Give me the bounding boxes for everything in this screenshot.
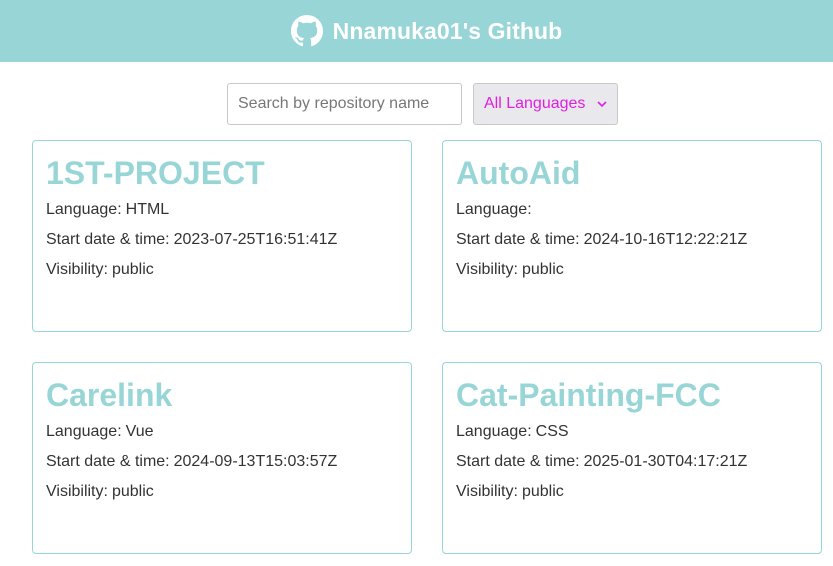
language-label: Language: <box>456 423 532 440</box>
visibility-value: public <box>521 261 564 278</box>
repo-visibility: Visibility: public <box>456 255 808 285</box>
start-label: Start date & time: <box>46 453 170 470</box>
language-select[interactable]: All Languages <box>473 83 618 125</box>
repo-visibility: Visibility: public <box>46 477 398 507</box>
repo-language: Language: CSS <box>456 417 808 447</box>
repo-name[interactable]: Carelink <box>46 377 398 413</box>
search-input[interactable] <box>227 83 462 125</box>
chevron-down-icon <box>597 100 607 108</box>
repo-card: Carelink Language: Vue Start date & time:… <box>32 362 412 554</box>
repo-language: Language: <box>456 195 808 225</box>
visibility-label: Visibility: <box>456 483 518 500</box>
filter-bar: All Languages <box>227 83 618 125</box>
header-brand: Nnamuka01's Github <box>290 15 563 47</box>
visibility-value: public <box>111 483 154 500</box>
repo-visibility: Visibility: public <box>456 477 808 507</box>
repo-name[interactable]: AutoAid <box>456 155 808 191</box>
repo-card: AutoAid Language: Start date & time: 2024… <box>442 140 822 332</box>
page-header: Nnamuka01's Github <box>0 0 833 62</box>
repo-card: Cat-Painting-FCC Language: CSS Start date… <box>442 362 822 554</box>
page-title: Nnamuka01's Github <box>332 17 563 44</box>
start-label: Start date & time: <box>456 453 580 470</box>
repo-name[interactable]: Cat-Painting-FCC <box>456 377 808 413</box>
repo-visibility: Visibility: public <box>46 255 398 285</box>
github-icon <box>290 15 323 47</box>
repo-card: 1ST-PROJECT Language: HTML Start date & t… <box>32 140 412 332</box>
language-select-value: All Languages <box>484 95 586 112</box>
start-label: Start date & time: <box>456 231 580 248</box>
visibility-value: public <box>521 483 564 500</box>
repo-language: Language: HTML <box>46 195 398 225</box>
repo-start: Start date & time: 2024-09-13T15:03:57Z <box>46 447 398 477</box>
visibility-value: public <box>111 261 154 278</box>
repo-name[interactable]: 1ST-PROJECT <box>46 155 398 191</box>
repo-start: Start date & time: 2023-07-25T16:51:41Z <box>46 225 398 255</box>
repo-language: Language: Vue <box>46 417 398 447</box>
language-value: CSS <box>535 423 569 440</box>
start-value: 2024-10-16T12:22:21Z <box>583 231 748 248</box>
repo-start: Start date & time: 2024-10-16T12:22:21Z <box>456 225 808 255</box>
repo-start: Start date & time: 2025-01-30T04:17:21Z <box>456 447 808 477</box>
visibility-label: Visibility: <box>46 261 108 278</box>
visibility-label: Visibility: <box>46 483 108 500</box>
language-value: HTML <box>125 201 170 218</box>
language-value: Vue <box>125 423 154 440</box>
start-label: Start date & time: <box>46 231 170 248</box>
start-value: 2025-01-30T04:17:21Z <box>583 453 748 470</box>
start-value: 2024-09-13T15:03:57Z <box>173 453 338 470</box>
language-label: Language: <box>46 201 122 218</box>
language-label: Language: <box>456 201 532 218</box>
start-value: 2023-07-25T16:51:41Z <box>173 231 338 248</box>
visibility-label: Visibility: <box>456 261 518 278</box>
language-label: Language: <box>46 423 122 440</box>
